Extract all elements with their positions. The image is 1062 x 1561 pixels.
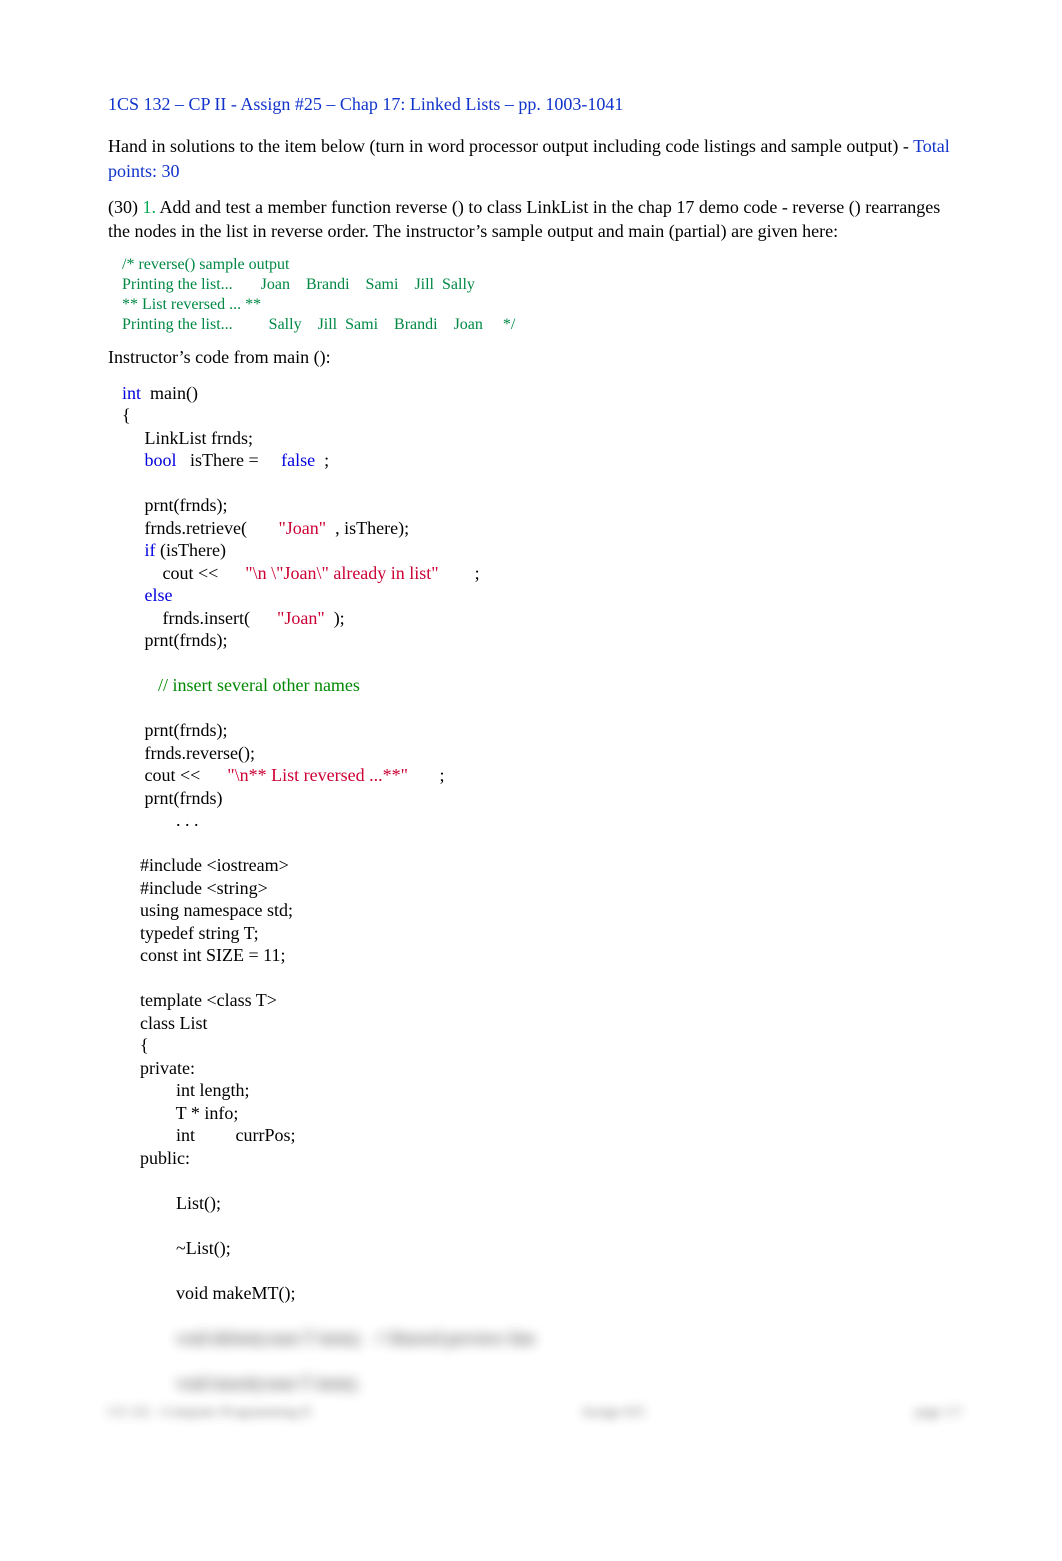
- code-l04a: [122, 450, 145, 470]
- code-l07c: , isThere);: [326, 518, 409, 538]
- code-l35: public:: [122, 1148, 190, 1168]
- sample-line-2: Printing the list... Joan Brandi Sami Ji…: [122, 276, 475, 293]
- sample-line-3: ** List reversed ... **: [122, 296, 261, 313]
- kw-else: else: [145, 585, 173, 605]
- kw-int: int: [122, 383, 141, 403]
- code-l12: prnt(frnds);: [122, 630, 227, 650]
- code-l31: private:: [122, 1058, 195, 1078]
- code-l11a: frnds.insert(: [122, 608, 277, 628]
- code-l16: prnt(frnds);: [122, 720, 227, 740]
- code-l09c: ;: [439, 563, 480, 583]
- code-l02: {: [122, 405, 131, 425]
- blurred-line-2: void insert(const T item);: [122, 1373, 359, 1393]
- code-l19: prnt(frnds): [122, 788, 222, 808]
- code-l25: typedef string T;: [122, 923, 259, 943]
- code-l01b: main(): [141, 383, 198, 403]
- code-l34: int currPos;: [122, 1125, 296, 1145]
- problem-paragraph: (30) 1. Add and test a member function r…: [108, 195, 962, 244]
- code-l06: prnt(frnds);: [122, 495, 227, 515]
- code-l03: LinkList frnds;: [122, 428, 253, 448]
- code-l30: {: [122, 1035, 149, 1055]
- code-l20: . . .: [122, 810, 199, 830]
- footer-left: CS 132 - Computer Programming II: [108, 1404, 311, 1423]
- code-l41: void makeMT();: [122, 1283, 295, 1303]
- code-l04e: ;: [315, 450, 329, 470]
- footer-center: Assign #25: [581, 1404, 644, 1423]
- document-page: 1CS 132 – CP II - Assign #25 – Chap 17: …: [0, 0, 1062, 1561]
- lit-joan-1: "Joan": [278, 518, 326, 538]
- comment-insert: // insert several other names: [122, 675, 360, 695]
- code-l29: class List: [122, 1013, 208, 1033]
- lit-reversed: "\n** List reversed ...**": [227, 765, 408, 785]
- code-l28: template <class T>: [122, 990, 277, 1010]
- code-l18a: cout <<: [122, 765, 227, 785]
- code-l24: using namespace std;: [122, 900, 293, 920]
- intro-text: Hand in solutions to the item below (tur…: [108, 136, 913, 156]
- footer-right: page 1/?: [915, 1404, 962, 1423]
- kw-false: false: [281, 450, 315, 470]
- sample-line-1: /* reverse() sample output: [122, 256, 290, 273]
- code-l04c: isThere =: [177, 450, 282, 470]
- code-l26: const int SIZE = 11;: [122, 945, 285, 965]
- points-paren: (30): [108, 197, 143, 217]
- code-l08a: [122, 540, 145, 560]
- lit-already: "\n \"Joan\" already in list": [245, 563, 438, 583]
- code-l39: ~List();: [122, 1238, 231, 1258]
- blurred-line-1: void delete(const T item); // blurred pr…: [122, 1328, 536, 1348]
- code-l22: #include <iostream>: [122, 855, 289, 875]
- code-l33: T * info;: [122, 1103, 238, 1123]
- code-l17: frnds.reverse();: [122, 743, 255, 763]
- code-l32: int length;: [122, 1080, 250, 1100]
- problem-text: Add and test a member function reverse (…: [108, 197, 940, 241]
- code-block: int main() { LinkList frnds; bool isTher…: [108, 382, 962, 1395]
- instructor-label: Instructor’s code from main ():: [108, 345, 962, 369]
- kw-if: if: [145, 540, 156, 560]
- lit-joan-2: "Joan": [277, 608, 325, 628]
- page-footer: CS 132 - Computer Programming II Assign …: [108, 1404, 962, 1423]
- code-l18c: ;: [408, 765, 445, 785]
- page-title: 1CS 132 – CP II - Assign #25 – Chap 17: …: [108, 92, 962, 116]
- kw-bool: bool: [145, 450, 177, 470]
- sample-line-4: Printing the list... Sally Jill Sami Bra…: [122, 316, 515, 333]
- code-l37: List();: [122, 1193, 221, 1213]
- code-l11c: );: [325, 608, 345, 628]
- problem-number: 1.: [143, 197, 157, 217]
- code-l09a: cout <<: [122, 563, 245, 583]
- code-l08c: (isThere): [156, 540, 226, 560]
- intro-paragraph: Hand in solutions to the item below (tur…: [108, 134, 962, 183]
- code-l10a: [122, 585, 145, 605]
- sample-output-block: /* reverse() sample output Printing the …: [108, 255, 962, 335]
- code-l07a: frnds.retrieve(: [122, 518, 278, 538]
- code-l23: #include <string>: [122, 878, 268, 898]
